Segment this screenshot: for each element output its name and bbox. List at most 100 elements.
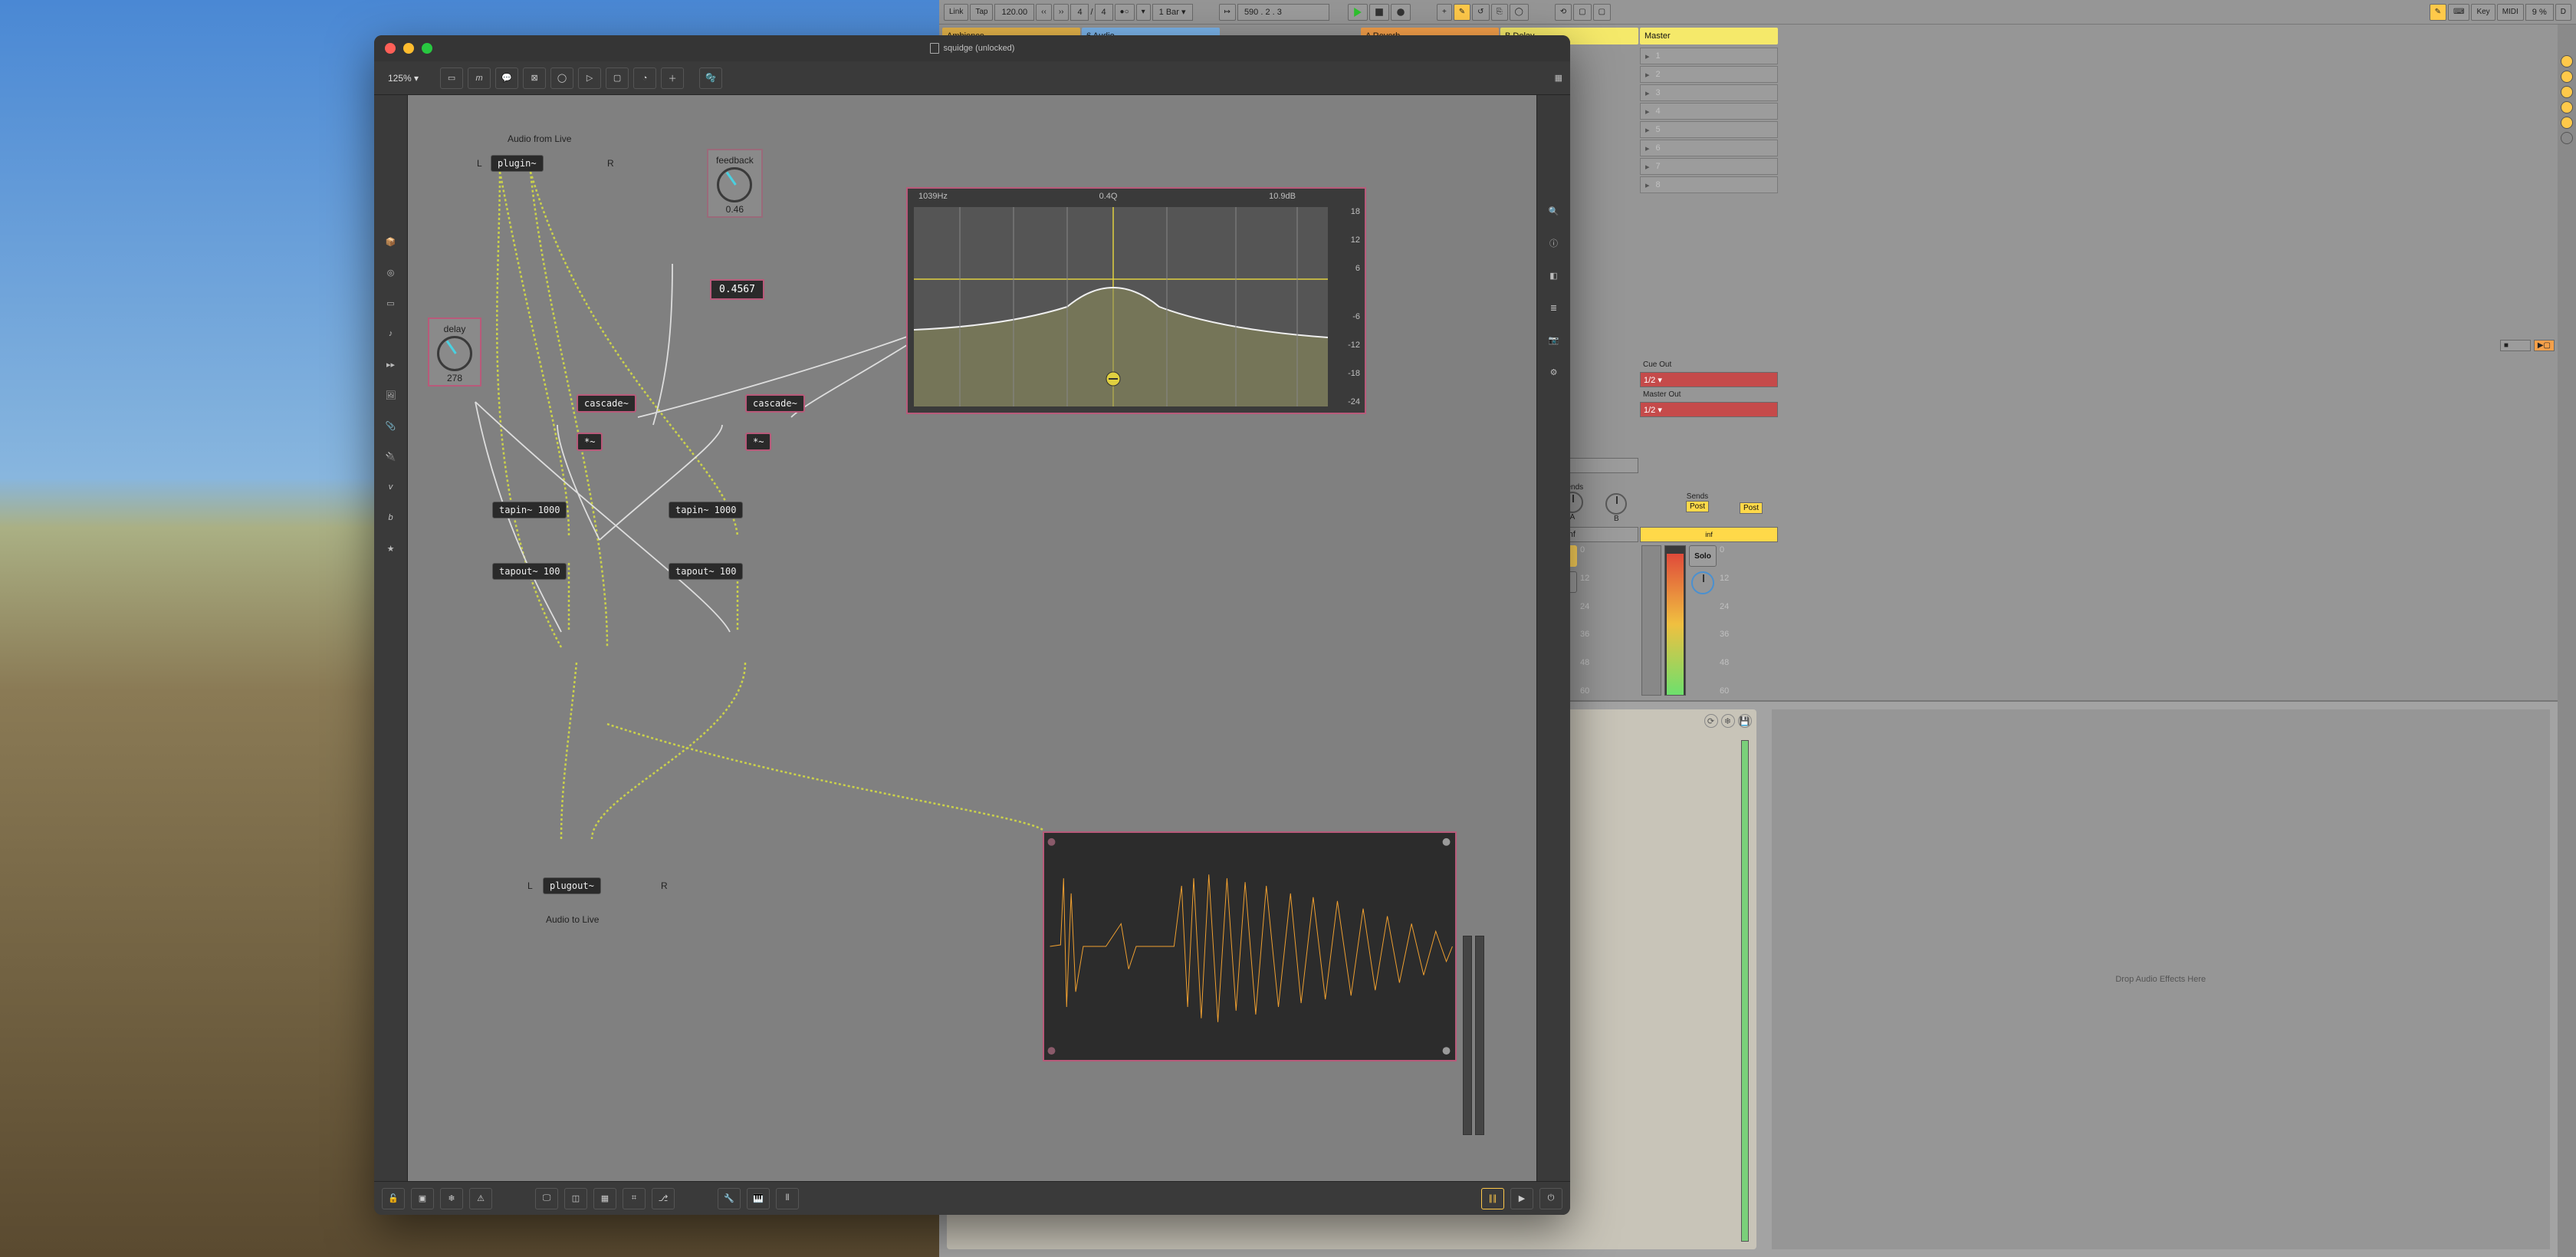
scene-4[interactable]: ▸4 xyxy=(1640,103,1778,120)
scene-launch-icon[interactable]: ▸ xyxy=(1645,88,1650,98)
wrench-icon[interactable]: 🔧 xyxy=(718,1188,741,1209)
palette-grid-icon[interactable]: ▦ xyxy=(1555,73,1562,83)
scene-7[interactable]: ▸7 xyxy=(1640,158,1778,175)
dsp-play-icon[interactable]: ▶ xyxy=(1510,1188,1533,1209)
cascade-object-l[interactable]: cascade~ xyxy=(577,394,636,413)
plugin-object[interactable]: plugin~ xyxy=(491,155,544,172)
mixer-toggle[interactable] xyxy=(2561,101,2573,114)
tap-tempo-button[interactable]: Tap xyxy=(970,4,993,21)
send-b-knob[interactable] xyxy=(1605,493,1627,515)
play-button[interactable] xyxy=(1348,4,1368,21)
scene-6[interactable]: ▸6 xyxy=(1640,140,1778,156)
delay-dial[interactable]: delay 278 xyxy=(428,318,481,387)
scene-launch-icon[interactable]: ▸ xyxy=(1645,180,1650,190)
returns-toggle[interactable] xyxy=(2561,86,2573,98)
info-icon[interactable]: ⓘ xyxy=(1546,235,1562,252)
key-map[interactable]: Key xyxy=(2471,4,2495,21)
hierarchy-icon[interactable]: ⎇ xyxy=(652,1188,675,1209)
tempo-nudge-up[interactable]: ›› xyxy=(1053,4,1070,21)
disk-overload[interactable]: D xyxy=(2555,4,2571,21)
tapout-l[interactable]: tapout~ 100 xyxy=(492,563,567,580)
presentation-icon[interactable]: 🖵 xyxy=(535,1188,558,1209)
reenable-automation[interactable]: ↺ xyxy=(1472,4,1489,21)
scene-launch-icon[interactable]: ▸ xyxy=(1645,107,1650,117)
cascade-object-r[interactable]: cascade~ xyxy=(745,394,805,413)
patcher-canvas[interactable]: Audio from Live L plugin~ R feedback 0.4… xyxy=(408,95,1536,1181)
time-sig-den[interactable]: 4 xyxy=(1095,4,1113,21)
capture-button[interactable]: ⎘ xyxy=(1491,4,1508,21)
computer-midi-keyboard[interactable]: ⌨ xyxy=(2448,4,2469,21)
image-icon[interactable]: 🖼 xyxy=(383,387,399,403)
stop-button[interactable] xyxy=(1369,4,1389,21)
scope[interactable] xyxy=(1043,831,1457,1061)
drop-audio-effects[interactable]: Drop Audio Effects Here xyxy=(1772,709,2551,1249)
lock-icon[interactable]: 🔓 xyxy=(382,1188,405,1209)
power-icon[interactable]: ⏻ xyxy=(1539,1188,1562,1209)
new-dial-button[interactable]: ◔ xyxy=(633,67,656,89)
time-sig-num[interactable]: 4 xyxy=(1070,4,1089,21)
forward-icon[interactable]: ▸▸ xyxy=(383,356,399,373)
variable-icon[interactable]: v xyxy=(383,479,399,495)
add-object-button[interactable]: ＋ xyxy=(661,67,684,89)
audiotest-icon[interactable]: ⫴ xyxy=(776,1188,799,1209)
layout-icon[interactable]: ◧ xyxy=(1546,267,1562,284)
post-pre-a[interactable]: Post xyxy=(1686,501,1709,512)
snapshot-icon[interactable]: ◫ xyxy=(564,1188,587,1209)
scene-launch-icon[interactable]: ▸ xyxy=(1645,51,1650,61)
tapin-r[interactable]: tapin~ 1000 xyxy=(669,502,743,518)
post-pre-b[interactable]: Post xyxy=(1740,502,1763,514)
plug-icon[interactable]: 🔌 xyxy=(383,448,399,465)
scene-3[interactable]: ▸3 xyxy=(1640,84,1778,101)
arrangement-position[interactable]: 590 . 2 . 3 xyxy=(1237,4,1329,21)
freeze-icon[interactable]: ❄ xyxy=(440,1188,463,1209)
stop-all-clips[interactable]: ■ xyxy=(2500,340,2531,351)
activity-icon[interactable]: ∥∥ xyxy=(1481,1188,1504,1209)
bold-icon[interactable]: b xyxy=(383,509,399,526)
tapout-r[interactable]: tapout~ 100 xyxy=(669,563,743,580)
filtergraph[interactable]: 1039Hz 0.4Q 10.9dB xyxy=(906,187,1366,414)
metronome-toggle[interactable]: ●○ xyxy=(1115,4,1135,21)
scene-launch-icon[interactable]: ▸ xyxy=(1645,70,1650,80)
max-titlebar[interactable]: squidge (unlocked) xyxy=(374,35,1570,61)
beap-icon[interactable]: 🫧 xyxy=(699,67,722,89)
eq-plot[interactable] xyxy=(914,207,1328,406)
solo-cue-button[interactable]: Solo xyxy=(1689,545,1717,567)
list-icon[interactable]: ≣ xyxy=(1546,299,1562,316)
record-button[interactable] xyxy=(1391,4,1411,21)
new-flonum-button[interactable]: ▢ xyxy=(606,67,629,89)
master-out-select[interactable]: 1/2 ▾ xyxy=(1640,402,1778,417)
device-save-icon[interactable]: 💾 xyxy=(1738,714,1752,728)
star-icon[interactable]: ★ xyxy=(383,540,399,557)
tempo-nudge-down[interactable]: ‹‹ xyxy=(1036,4,1052,21)
window-icon[interactable]: ▭ xyxy=(383,295,399,311)
delay-toggle[interactable] xyxy=(2561,117,2573,129)
draw-mode[interactable]: ✎ xyxy=(2430,4,2446,21)
scene-launch-icon[interactable]: ▸ xyxy=(1645,143,1650,153)
zoom-select[interactable]: 125% ▾ xyxy=(382,73,425,84)
scene-1[interactable]: ▸1 xyxy=(1640,48,1778,64)
patch-window-icon[interactable]: ▣ xyxy=(411,1188,434,1209)
punch-out[interactable]: ▢ xyxy=(1593,4,1611,21)
session-record[interactable]: ◯ xyxy=(1510,4,1529,21)
search-icon[interactable]: 🔍 xyxy=(1546,202,1562,219)
new-object-button[interactable]: ▭ xyxy=(440,67,463,89)
new-message-button[interactable]: m xyxy=(468,67,491,89)
scene-5[interactable]: ▸5 xyxy=(1640,121,1778,138)
scene-launch-icon[interactable]: ▸ xyxy=(1645,125,1650,135)
overdub-button[interactable]: + xyxy=(1437,4,1452,21)
automation-arm[interactable]: ✎ xyxy=(1454,4,1470,21)
feedback-flonum[interactable]: 0.4567 xyxy=(710,279,764,300)
link-button[interactable]: Link xyxy=(944,4,968,21)
device-freeze-icon[interactable]: ❄ xyxy=(1721,714,1735,728)
feedback-dial[interactable]: feedback 0.46 xyxy=(707,149,763,218)
minimize-icon[interactable] xyxy=(403,43,414,54)
grid-icon[interactable]: ▦ xyxy=(593,1188,616,1209)
new-comment-button[interactable]: 💬 xyxy=(495,67,518,89)
metronome-menu[interactable]: ▾ xyxy=(1136,4,1151,21)
cue-out-select[interactable]: 1/2 ▾ xyxy=(1640,372,1778,387)
dial-icon[interactable] xyxy=(437,336,472,371)
follow-button[interactable]: ↦ xyxy=(1219,4,1236,21)
zoom-icon[interactable] xyxy=(422,43,432,54)
new-button-button[interactable]: ◯ xyxy=(550,67,573,89)
tempo-field[interactable]: 120.00 xyxy=(994,4,1034,21)
